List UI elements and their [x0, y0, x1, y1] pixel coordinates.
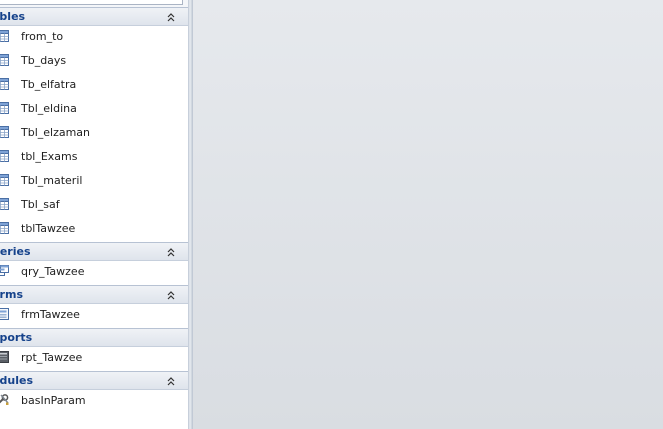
search-input[interactable] [0, 0, 183, 5]
group-title: odules [0, 374, 34, 387]
collapse-icon[interactable] [165, 375, 177, 387]
nav-item-label: rpt_Tawzee [21, 351, 83, 364]
table-icon [0, 54, 9, 66]
nav-item-table[interactable]: Tbl_elzaman [0, 121, 188, 145]
group-title: ueries [0, 245, 31, 258]
collapse-icon[interactable] [165, 289, 177, 301]
table-icon [0, 150, 9, 162]
nav-item-label: Tbl_saf [21, 198, 60, 211]
collapse-icon[interactable] [165, 11, 177, 23]
table-icon [0, 126, 9, 138]
nav-item-table[interactable]: Tbl_saf [0, 193, 188, 217]
group-header-reports[interactable]: eports [0, 328, 188, 347]
nav-item-table[interactable]: Tbl_materil [0, 169, 188, 193]
nav-item-module[interactable]: basInParam [0, 389, 188, 413]
navigation-pane: ables from_to Tb_days Tb_elfatra [0, 0, 188, 429]
nav-item-label: basInParam [21, 394, 86, 407]
nav-item-table[interactable]: Tbl_eldina [0, 97, 188, 121]
search-bar [0, 0, 188, 7]
nav-item-report[interactable]: rpt_Tawzee [0, 346, 188, 370]
group-header-queries[interactable]: ueries [0, 242, 188, 261]
group-header-forms[interactable]: orms [0, 285, 188, 304]
nav-item-label: Tb_days [21, 54, 67, 67]
table-icon [0, 102, 9, 114]
nav-item-form[interactable]: frmTawzee [0, 303, 188, 327]
group-title: ables [0, 10, 26, 23]
table-icon [0, 174, 9, 186]
table-icon [0, 30, 9, 42]
group-title: eports [0, 331, 33, 344]
query-icon [0, 265, 9, 276]
module-icon [0, 394, 9, 405]
nav-item-table[interactable]: tblTawzee [0, 217, 188, 241]
nav-item-query[interactable]: qry_Tawzee [0, 260, 188, 284]
report-icon [0, 351, 9, 363]
nav-item-table[interactable]: tbl_Exams [0, 145, 188, 169]
table-icon [0, 198, 9, 210]
group-header-tables[interactable]: ables [0, 7, 188, 26]
collapse-icon[interactable] [165, 246, 177, 258]
nav-item-label: Tbl_materil [21, 174, 83, 187]
form-icon [0, 308, 9, 320]
nav-item-label: tblTawzee [21, 222, 76, 235]
group-title: orms [0, 288, 23, 301]
nav-item-label: Tbl_eldina [21, 102, 77, 115]
nav-item-label: tbl_Exams [21, 150, 78, 163]
table-icon [0, 78, 9, 90]
nav-item-label: frmTawzee [21, 308, 80, 321]
group-header-modules[interactable]: odules [0, 371, 188, 390]
nav-item-table[interactable]: Tb_days [0, 49, 188, 73]
nav-item-table[interactable]: Tb_elfatra [0, 73, 188, 97]
nav-item-label: Tb_elfatra [21, 78, 77, 91]
nav-item-label: from_to [21, 30, 64, 43]
nav-item-table[interactable]: from_to [0, 25, 188, 49]
nav-item-label: Tbl_elzaman [21, 126, 91, 139]
table-icon [0, 222, 9, 234]
workspace-area [193, 0, 663, 429]
nav-item-label: qry_Tawzee [21, 265, 85, 278]
